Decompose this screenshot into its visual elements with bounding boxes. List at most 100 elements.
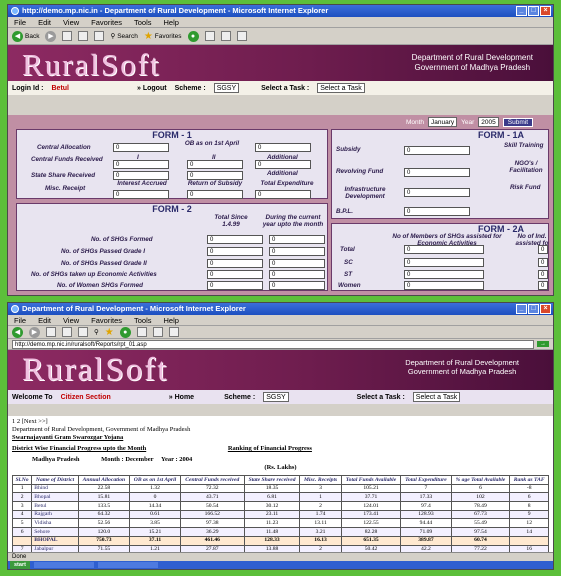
search-button[interactable]: ⚲ Search (110, 32, 137, 41)
return-subsidy-input[interactable]: 0 (187, 190, 243, 199)
interest-input[interactable]: 0 (113, 190, 169, 199)
shg-economic-total-input[interactable]: 0 (207, 270, 263, 279)
shg-grade2-total-input[interactable]: 0 (207, 259, 263, 268)
go-button[interactable]: → (537, 341, 549, 347)
refresh-icon[interactable] (62, 327, 72, 337)
mail-icon[interactable] (152, 327, 163, 337)
pagination-links[interactable]: 1 2 [Next >>] (12, 418, 549, 426)
form-1a-panel: FORM - 1A Subsidy 0 Skill Training Revol… (331, 129, 549, 219)
central-allocation-input[interactable]: 0 (113, 143, 169, 152)
stop-icon[interactable] (62, 31, 73, 41)
close-button[interactable]: × (540, 6, 551, 16)
ob-input[interactable]: 0 (255, 143, 311, 152)
table-cell: 12 (509, 518, 549, 529)
ranking-link[interactable]: Ranking of Financial Progress (228, 445, 312, 452)
members-total-input[interactable]: 0 (404, 245, 484, 254)
table-cell: 122.55 (340, 518, 402, 529)
central-funds-additional-input[interactable]: 0 (255, 160, 311, 169)
scheme-select[interactable]: SGSY (213, 83, 240, 93)
submit-button[interactable]: Submit (502, 117, 533, 127)
members-st-input[interactable]: 0 (404, 270, 484, 279)
menu-edit[interactable]: Edit (38, 315, 51, 325)
home-icon[interactable] (94, 31, 105, 41)
print-icon[interactable] (236, 31, 247, 41)
stop-icon[interactable] (46, 327, 56, 337)
menu-tools[interactable]: Tools (134, 315, 152, 325)
history-icon[interactable] (204, 31, 215, 41)
state-share-ii-input[interactable]: 0 (187, 171, 243, 180)
menu-help[interactable]: Help (164, 315, 179, 325)
report-period-row: Madhya Pradesh Month : December Year : 2… (32, 456, 193, 463)
history-icon[interactable] (136, 327, 147, 337)
menu-bar: File Edit View Favorites Tools Help (8, 17, 553, 28)
close-button[interactable]: × (540, 304, 551, 314)
scheme-select[interactable]: SGSY (263, 392, 289, 402)
ind-sc-input[interactable]: 0 (538, 258, 548, 267)
members-sc-input[interactable]: 0 (404, 258, 484, 267)
year-select[interactable]: 2005 (478, 117, 499, 127)
table-cell: 1 (11, 483, 33, 494)
shg-grade1-current-input[interactable]: 0 (269, 247, 325, 256)
table-cell: 1.32 (128, 483, 182, 494)
ind-total-input[interactable]: 0 (538, 245, 548, 254)
menu-file[interactable]: File (14, 17, 26, 27)
taskbar-item[interactable] (97, 562, 158, 568)
shg-formed-current-input[interactable]: 0 (269, 235, 325, 244)
revolving-fund-input[interactable]: 0 (404, 168, 470, 177)
menu-help[interactable]: Help (164, 17, 179, 27)
central-funds-i-input[interactable]: 0 (113, 160, 169, 169)
forward-arrow-icon[interactable]: ▶ (29, 326, 40, 338)
members-women-input[interactable]: 0 (404, 281, 484, 290)
total-expenditure-input[interactable]: 0 (255, 190, 311, 199)
back-button[interactable]: ◀ Back (12, 30, 39, 42)
shg-grade2-current-input[interactable]: 0 (269, 259, 325, 268)
menu-edit[interactable]: Edit (38, 17, 51, 27)
subsidy-input[interactable]: 0 (404, 146, 470, 155)
logout-link[interactable]: » Logout (137, 85, 167, 92)
menu-favorites[interactable]: Favorites (91, 17, 122, 27)
mail-icon[interactable] (220, 31, 231, 41)
menu-view[interactable]: View (63, 315, 79, 325)
state-share-input[interactable]: 0 (113, 171, 169, 180)
menu-favorites[interactable]: Favorites (91, 315, 122, 325)
menu-file[interactable]: File (14, 315, 26, 325)
forward-arrow-icon[interactable]: ▶ (45, 30, 57, 42)
minimize-button[interactable]: _ (516, 6, 527, 16)
minimize-button[interactable]: _ (516, 304, 527, 314)
central-funds-ii-input[interactable]: 0 (187, 160, 243, 169)
ind-st-input[interactable]: 0 (538, 270, 548, 279)
refresh-icon[interactable] (78, 31, 89, 41)
ind-women-input[interactable]: 0 (538, 281, 548, 290)
women-shg-current-input[interactable]: 0 (269, 281, 325, 290)
table-cell: 6 (450, 483, 511, 494)
print-icon[interactable] (168, 327, 179, 337)
bpl-input[interactable]: 0 (404, 207, 470, 216)
table-cell: 37.11 (128, 535, 182, 546)
task-select[interactable]: Select a Task (317, 83, 365, 93)
infrastructure-input[interactable]: 0 (404, 188, 470, 197)
taskbar-item[interactable] (33, 562, 94, 568)
task-select[interactable]: Select a Task (412, 392, 461, 402)
maximize-button[interactable]: □ (528, 304, 539, 314)
search-icon[interactable]: ⚲ (94, 328, 99, 336)
menu-view[interactable]: View (63, 17, 79, 27)
women-shg-total-input[interactable]: 0 (207, 281, 263, 290)
table-cell: 1 (299, 492, 342, 503)
shg-formed-total-input[interactable]: 0 (207, 235, 263, 244)
back-arrow-icon[interactable]: ◀ (12, 326, 23, 338)
start-button[interactable]: start (10, 561, 30, 569)
shg-grade1-total-input[interactable]: 0 (207, 247, 263, 256)
address-input[interactable]: http://demo.mp.nic.in/ruralsoft/Reports/… (12, 339, 534, 349)
star-icon[interactable]: ★ (105, 327, 114, 338)
media-icon[interactable]: ● (119, 326, 131, 338)
shg-economic-current-input[interactable]: 0 (269, 270, 325, 279)
media-icon[interactable]: ● (187, 30, 199, 42)
menu-tools[interactable]: Tools (134, 17, 152, 27)
month-select[interactable]: January (428, 117, 458, 127)
home-icon[interactable] (78, 327, 88, 337)
home-link[interactable]: » Home (169, 394, 194, 401)
favorites-button[interactable]: ★ Favorites (144, 31, 182, 42)
maximize-button[interactable]: □ (528, 6, 539, 16)
table-cell: 67.73 (450, 509, 511, 520)
report-program: Swarnajayanti Gram Swarozgar Yojana (12, 434, 124, 441)
